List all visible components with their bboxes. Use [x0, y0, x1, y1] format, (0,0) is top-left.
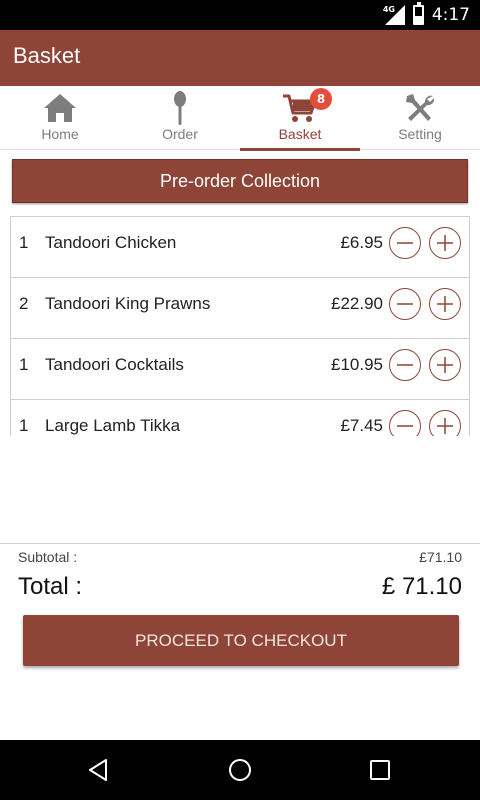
system-nav-bar: [0, 740, 480, 800]
basket-item: 1 Tandoori Cocktails £10.95: [11, 338, 469, 399]
item-quantity: 2: [19, 294, 29, 313]
battery-icon: [412, 2, 424, 25]
item-name: Tandoori Chicken: [45, 233, 177, 252]
tab-basket-label: Basket: [278, 126, 322, 142]
item-price: £10.95: [331, 355, 383, 374]
decrease-quantity-button[interactable]: [389, 288, 421, 320]
increase-quantity-button[interactable]: [429, 288, 461, 320]
item-name: Large Lamb Tikka: [45, 416, 181, 435]
plus-icon: [437, 357, 453, 373]
minus-icon: [397, 242, 413, 244]
minus-icon: [397, 364, 413, 366]
cart-icon: 8: [280, 88, 332, 124]
plus-icon: [437, 235, 453, 251]
back-icon[interactable]: [84, 755, 114, 785]
item-quantity: 1: [19, 233, 29, 252]
basket-list[interactable]: 1 Tandoori Chicken £6.95 2 Tandoori King…: [10, 216, 470, 436]
status-bar: 4G 4:17: [0, 0, 480, 30]
item-name: Tandoori King Prawns: [45, 294, 211, 313]
tab-basket[interactable]: 8 Basket: [240, 86, 360, 151]
recents-square-icon[interactable]: [365, 755, 395, 785]
item-name: Tandoori Cocktails: [45, 355, 184, 374]
home-icon: [40, 92, 80, 124]
item-price: £7.45: [340, 416, 383, 435]
minus-icon: [397, 303, 413, 305]
basket-count-badge: 8: [310, 88, 332, 110]
item-price: £6.95: [340, 233, 383, 252]
spoon-icon: [160, 91, 200, 125]
pre-order-collection-button[interactable]: Pre-order Collection: [12, 159, 468, 203]
subtotal-value: £71.10: [419, 549, 462, 565]
minus-icon: [397, 425, 413, 427]
decrease-quantity-button[interactable]: [389, 227, 421, 259]
subtotal-label: Subtotal :: [18, 549, 78, 565]
basket-item: 2 Tandoori King Prawns £22.90: [11, 277, 469, 338]
tab-setting[interactable]: Setting: [360, 86, 480, 150]
home-circle-icon[interactable]: [225, 755, 255, 785]
increase-quantity-button[interactable]: [429, 227, 461, 259]
proceed-to-checkout-button[interactable]: PROCEED TO CHECKOUT: [23, 615, 459, 666]
increase-quantity-button[interactable]: [429, 410, 461, 436]
page-title: Basket: [13, 43, 81, 68]
tools-icon: [400, 92, 440, 124]
tab-home-label: Home: [41, 126, 79, 142]
plus-icon: [437, 296, 453, 312]
tab-order-label: Order: [162, 126, 198, 142]
basket-item: 1 Tandoori Chicken £6.95: [11, 216, 469, 277]
network-type: 4G: [382, 5, 395, 14]
tab-home[interactable]: Home: [0, 86, 120, 150]
total-label: Total :: [18, 573, 83, 600]
plus-icon: [437, 418, 453, 434]
tab-bar: Home Order 8 Basket Setting: [0, 86, 480, 151]
item-quantity: 1: [19, 355, 29, 374]
app-bar: Basket: [0, 30, 480, 86]
item-price: £22.90: [331, 294, 383, 313]
decrease-quantity-button[interactable]: [389, 349, 421, 381]
signal-icon: 4G: [383, 5, 405, 25]
active-tab-indicator: [240, 148, 360, 151]
decrease-quantity-button[interactable]: [389, 410, 421, 436]
totals-divider: [0, 543, 480, 544]
tab-setting-label: Setting: [398, 126, 442, 142]
total-value: £ 71.10: [381, 573, 462, 600]
increase-quantity-button[interactable]: [429, 349, 461, 381]
item-quantity: 1: [19, 416, 29, 435]
basket-item: 1 Large Lamb Tikka £7.45: [11, 399, 469, 436]
status-time: 4:17: [431, 5, 470, 25]
tab-order[interactable]: Order: [120, 86, 240, 150]
